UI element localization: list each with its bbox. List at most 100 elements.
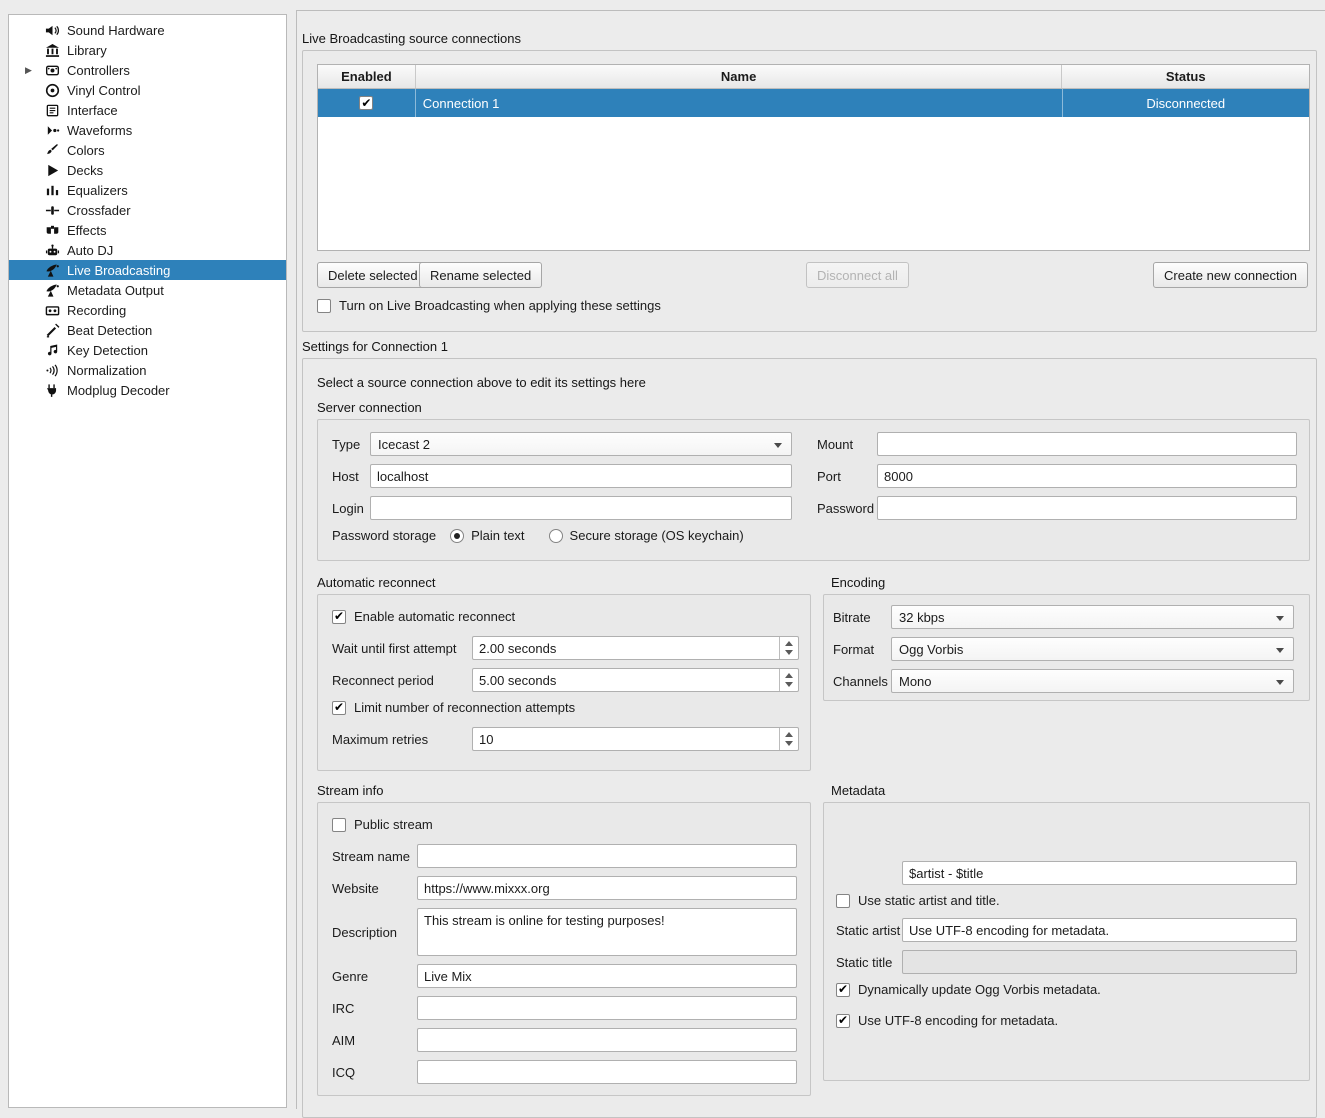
- sidebar-item-crossfader[interactable]: Crossfader: [9, 200, 286, 220]
- spin-up-icon[interactable]: [780, 669, 798, 680]
- sidebar-item-auto-dj[interactable]: Auto DJ: [9, 240, 286, 260]
- use-static-checkbox[interactable]: [836, 894, 850, 908]
- port-input[interactable]: [877, 464, 1297, 488]
- mount-input[interactable]: [877, 432, 1297, 456]
- password-input[interactable]: [877, 496, 1297, 520]
- plain-text-radio[interactable]: [450, 529, 464, 543]
- aim-input[interactable]: [417, 1028, 797, 1052]
- utf8-metadata-checkbox[interactable]: [836, 1014, 850, 1028]
- maximum-retries-input[interactable]: [472, 727, 799, 751]
- limit-attempts-checkbox[interactable]: [332, 701, 346, 715]
- metadata-format-input[interactable]: [902, 861, 1297, 885]
- encoding-box: Bitrate 32 kbps Format Ogg Vorbis Channe…: [823, 594, 1310, 701]
- sidebar-item-label: Equalizers: [67, 183, 128, 198]
- sidebar-item-colors[interactable]: Colors: [9, 140, 286, 160]
- sidebar-item-beat-detection[interactable]: Beat Detection: [9, 320, 286, 340]
- stream-name-input[interactable]: [417, 844, 797, 868]
- host-input[interactable]: [370, 464, 792, 488]
- maximum-retries-spinbox[interactable]: [472, 727, 799, 751]
- reconnect-period-input[interactable]: [472, 668, 799, 692]
- spin-down-icon[interactable]: [780, 648, 798, 659]
- sidebar-item-vinyl-control[interactable]: Vinyl Control: [9, 80, 286, 100]
- irc-input[interactable]: [417, 996, 797, 1020]
- server-connection-box: Type Icecast 2 Mount Host Port Login Pas…: [317, 419, 1310, 561]
- icq-label: ICQ: [332, 1065, 417, 1080]
- delete-selected-button[interactable]: Delete selected: [317, 262, 429, 288]
- secure-storage-label: Secure storage (OS keychain): [570, 528, 744, 543]
- format-combobox[interactable]: Ogg Vorbis: [891, 637, 1294, 661]
- table-row-connection[interactable]: Connection 1 Disconnected: [318, 89, 1309, 117]
- column-header-enabled[interactable]: Enabled: [318, 65, 416, 88]
- sidebar-item-normalization[interactable]: Normalization: [9, 360, 286, 380]
- sidebar-item-live-broadcasting[interactable]: Live Broadcasting: [9, 260, 286, 280]
- sidebar-item-effects[interactable]: Effects: [9, 220, 286, 240]
- reconnect-period-spinbox[interactable]: [472, 668, 799, 692]
- automatic-reconnect-box: Enable automatic reconnect Wait until fi…: [317, 594, 811, 771]
- wait-first-attempt-spinbox[interactable]: [472, 636, 799, 660]
- static-artist-input[interactable]: [902, 918, 1297, 942]
- public-stream-checkbox[interactable]: [332, 818, 346, 832]
- interface-icon: [44, 102, 60, 118]
- bitrate-combobox[interactable]: 32 kbps: [891, 605, 1294, 629]
- column-header-name[interactable]: Name: [416, 65, 1063, 88]
- column-header-status[interactable]: Status: [1062, 65, 1309, 88]
- dynamic-update-checkbox[interactable]: [836, 983, 850, 997]
- type-combobox[interactable]: Icecast 2: [370, 432, 792, 456]
- sidebar-item-library[interactable]: Library: [9, 40, 286, 60]
- spin-up-icon[interactable]: [780, 637, 798, 648]
- genre-input[interactable]: [417, 964, 797, 988]
- secure-storage-radio[interactable]: [549, 529, 563, 543]
- sidebar-item-decks[interactable]: Decks: [9, 160, 286, 180]
- sidebar-item-interface[interactable]: Interface: [9, 100, 286, 120]
- sidebar-item-controllers[interactable]: ▶Controllers: [9, 60, 286, 80]
- spin-down-icon[interactable]: [780, 680, 798, 691]
- effects-icon: [44, 222, 60, 238]
- description-label: Description: [332, 925, 417, 940]
- metadata-title: Metadata: [831, 783, 885, 798]
- connection-enabled-cell: [318, 89, 416, 117]
- spin-up-icon[interactable]: [780, 728, 798, 739]
- rename-selected-button[interactable]: Rename selected: [419, 262, 542, 288]
- maximum-retries-label: Maximum retries: [332, 732, 472, 747]
- channels-combobox[interactable]: Mono: [891, 669, 1294, 693]
- drumstick-icon: [44, 322, 60, 338]
- disconnect-all-button[interactable]: Disconnect all: [806, 262, 909, 288]
- create-new-connection-button[interactable]: Create new connection: [1153, 262, 1308, 288]
- sidebar-item-metadata-output[interactable]: Metadata Output: [9, 280, 286, 300]
- waveform-icon: [44, 122, 60, 138]
- sidebar-item-waveforms[interactable]: Waveforms: [9, 120, 286, 140]
- connection-enabled-checkbox[interactable]: [359, 96, 373, 110]
- stream-info-title: Stream info: [317, 783, 383, 798]
- sidebar-item-modplug-decoder[interactable]: Modplug Decoder: [9, 380, 286, 400]
- sidebar-item-label: Metadata Output: [67, 283, 164, 298]
- connections-table-header: Enabled Name Status: [318, 65, 1309, 89]
- stream-info-box: Public stream Stream name Website Descri…: [317, 802, 811, 1096]
- sidebar-item-key-detection[interactable]: Key Detection: [9, 340, 286, 360]
- website-input[interactable]: [417, 876, 797, 900]
- static-title-input[interactable]: [902, 950, 1297, 974]
- login-input[interactable]: [370, 496, 792, 520]
- format-combobox-value: Ogg Vorbis: [899, 642, 963, 657]
- metadata-box: Use static artist and title. Static arti…: [823, 802, 1310, 1081]
- sidebar-item-sound-hardware[interactable]: Sound Hardware: [9, 20, 286, 40]
- sidebar-item-equalizers[interactable]: Equalizers: [9, 180, 286, 200]
- dynamic-update-label: Dynamically update Ogg Vorbis metadata.: [858, 982, 1101, 997]
- expand-arrow-icon[interactable]: ▶: [25, 65, 38, 76]
- enable-reconnect-checkbox[interactable]: [332, 610, 346, 624]
- automatic-reconnect-title: Automatic reconnect: [317, 575, 436, 590]
- spin-down-icon[interactable]: [780, 739, 798, 750]
- description-textarea[interactable]: This stream is online for testing purpos…: [417, 908, 797, 956]
- icq-input[interactable]: [417, 1060, 797, 1084]
- limit-attempts-label: Limit number of reconnection attempts: [354, 700, 575, 715]
- reconnect-period-label: Reconnect period: [332, 673, 472, 688]
- enable-reconnect-label: Enable automatic reconnect: [354, 609, 515, 624]
- sidebar-item-recording[interactable]: Recording: [9, 300, 286, 320]
- type-combobox-value: Icecast 2: [378, 437, 430, 452]
- controller-icon: [44, 62, 60, 78]
- wait-first-attempt-input[interactable]: [472, 636, 799, 660]
- port-label: Port: [817, 469, 877, 484]
- turn-on-broadcasting-checkbox[interactable]: [317, 299, 331, 313]
- settings-hint: Select a source connection above to edit…: [317, 375, 646, 390]
- connection-status-cell: Disconnected: [1063, 89, 1310, 117]
- cassette-icon: [44, 302, 60, 318]
